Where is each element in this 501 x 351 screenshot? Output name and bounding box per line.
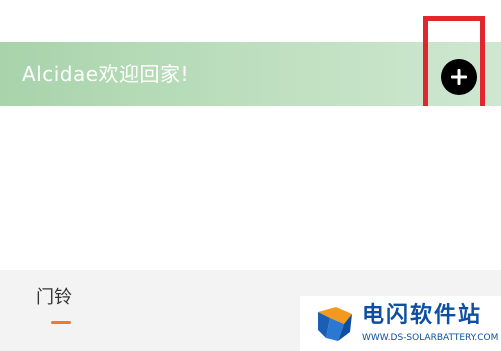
watermark-logo-icon [318,307,352,341]
tab-doorbell[interactable]: 门铃 [36,286,72,310]
watermark-name: 电闪软件站 [362,303,483,328]
tab-active-indicator [51,321,71,324]
watermark-url: WWW.DS-SOLARBATTERY.COM [362,333,499,343]
watermark: 电闪软件站 WWW.DS-SOLARBATTERY.COM [300,296,501,351]
main-content [0,106,501,270]
welcome-title: Alcidae欢迎回家! [22,62,190,86]
